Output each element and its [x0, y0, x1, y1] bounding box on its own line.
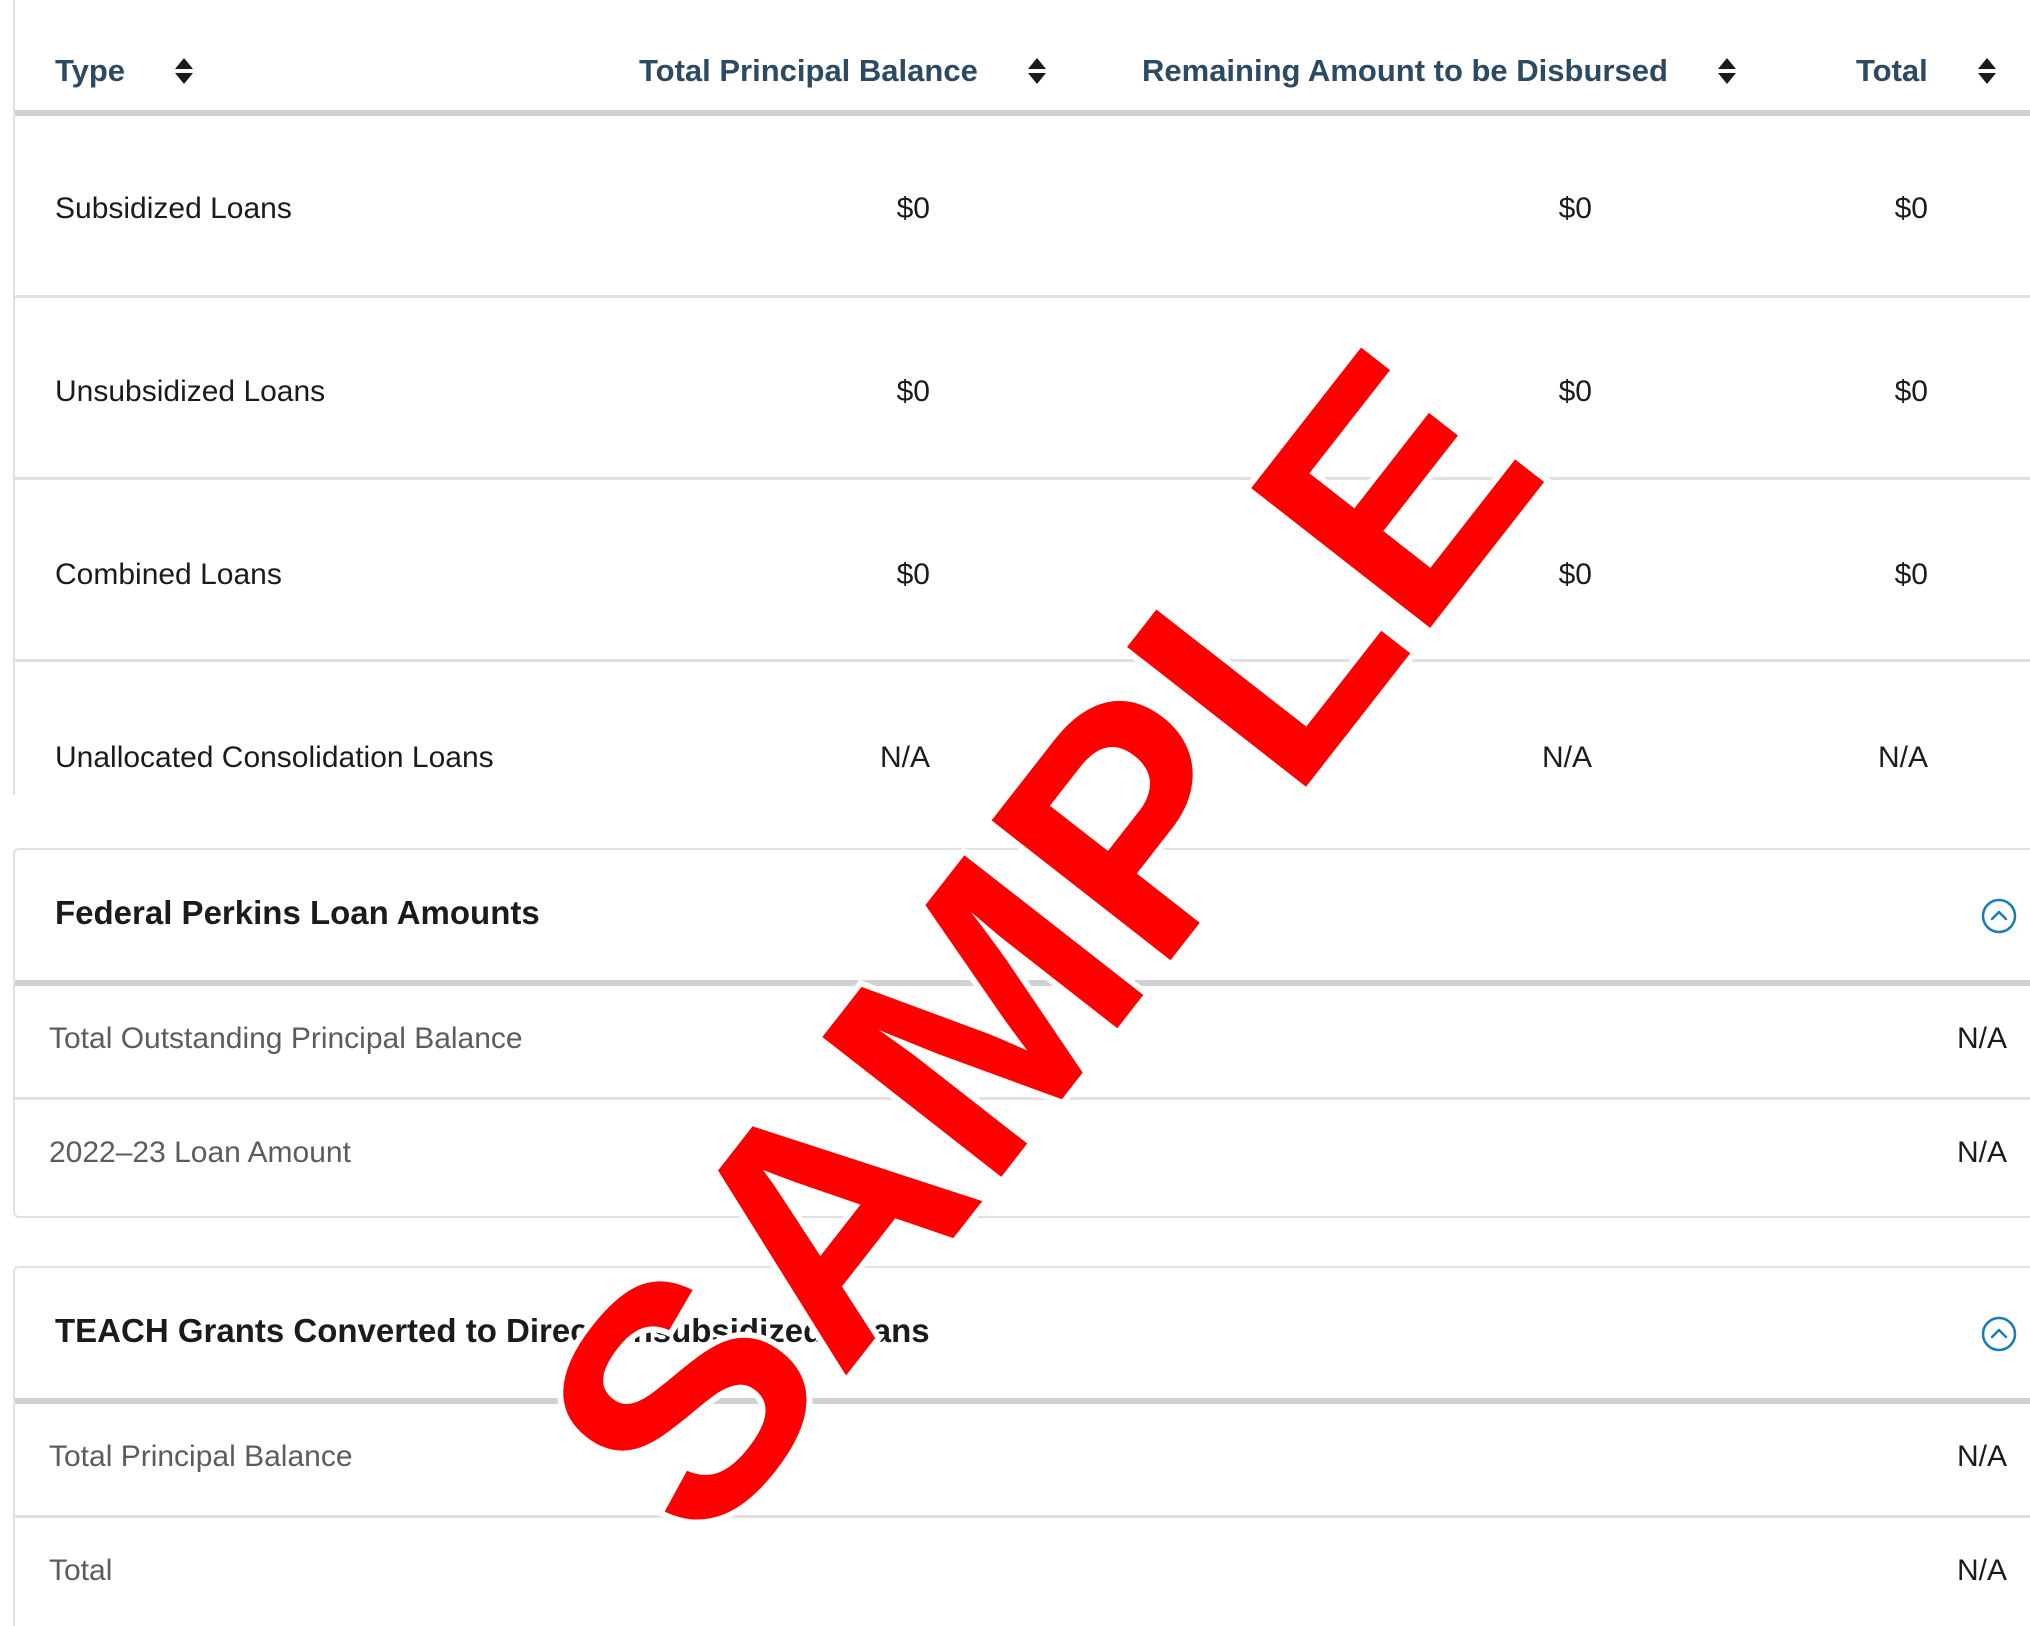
remaining-cell: N/A: [1541, 741, 1592, 774]
sort-icon[interactable]: [1026, 56, 1048, 86]
total-cell: $0: [1894, 375, 1928, 408]
row-value: N/A: [1956, 1554, 2007, 1587]
type-cell: Unallocated Consolidation Loans: [55, 741, 494, 774]
principal-cell: $0: [896, 375, 930, 408]
table-row: Unsubsidized Loans $0 $0 $0: [15, 298, 2030, 480]
row-label: Total Outstanding Principal Balance: [49, 1022, 523, 1055]
row-label: 2022–23 Loan Amount: [49, 1136, 351, 1169]
column-header-remaining[interactable]: Remaining Amount to be Disbursed: [1142, 49, 1738, 93]
row-value: N/A: [1956, 1022, 2007, 1055]
type-cell: Combined Loans: [55, 558, 282, 591]
column-header-principal[interactable]: Total Principal Balance: [639, 49, 1048, 93]
list-item: Total N/A: [15, 1518, 2030, 1626]
total-cell: $0: [1894, 558, 1928, 591]
list-item: 2022–23 Loan Amount N/A: [15, 1100, 2030, 1214]
accordion-title: TEACH Grants Converted to Direct Unsubsi…: [55, 1312, 930, 1349]
list-item: Total Principal Balance N/A: [15, 1404, 2030, 1518]
principal-cell: $0: [896, 558, 930, 591]
table-row: Unallocated Consolidation Loans N/A N/A …: [15, 662, 2030, 795]
row-label: Total: [49, 1554, 113, 1587]
chevron-up-circle-icon[interactable]: [1981, 1316, 2017, 1352]
sort-icon[interactable]: [1716, 56, 1738, 86]
perkins-accordion: Federal Perkins Loan Amounts Total Outst…: [13, 848, 2030, 1218]
remaining-cell: $0: [1558, 558, 1592, 591]
type-cell: Unsubsidized Loans: [55, 375, 326, 408]
accordion-header[interactable]: TEACH Grants Converted to Direct Unsubsi…: [15, 1268, 2030, 1404]
sort-icon[interactable]: [173, 56, 195, 86]
page: Type Total Principal Balance Remaining A…: [0, 0, 2030, 1626]
total-cell: N/A: [1877, 741, 1928, 774]
column-header-total[interactable]: Total: [1856, 49, 1998, 93]
sort-icon[interactable]: [1976, 56, 1998, 86]
row-value: N/A: [1956, 1440, 2007, 1473]
column-header-label: Type: [55, 53, 126, 88]
type-cell: Subsidized Loans: [55, 192, 292, 225]
accordion-title: Federal Perkins Loan Amounts: [55, 894, 540, 931]
accordion-header[interactable]: Federal Perkins Loan Amounts: [15, 850, 2030, 986]
column-header-label: Remaining Amount to be Disbursed: [1142, 53, 1668, 88]
chevron-up-circle-icon[interactable]: [1981, 898, 2017, 934]
principal-cell: $0: [896, 192, 930, 225]
loans-table: Type Total Principal Balance Remaining A…: [13, 0, 2030, 795]
row-label: Total Principal Balance: [49, 1440, 353, 1473]
table-header: Type Total Principal Balance Remaining A…: [15, 0, 2030, 116]
table-row: Subsidized Loans $0 $0 $0: [15, 116, 2030, 298]
principal-cell: N/A: [879, 741, 930, 774]
teach-accordion: TEACH Grants Converted to Direct Unsubsi…: [13, 1266, 2030, 1626]
column-header-type[interactable]: Type: [55, 49, 195, 93]
remaining-cell: $0: [1558, 375, 1592, 408]
table-row: Combined Loans $0 $0 $0: [15, 480, 2030, 662]
remaining-cell: $0: [1558, 192, 1592, 225]
row-value: N/A: [1956, 1136, 2007, 1169]
total-cell: $0: [1894, 192, 1928, 225]
list-item: Total Outstanding Principal Balance N/A: [15, 986, 2030, 1100]
column-header-label: Total Principal Balance: [639, 53, 978, 88]
column-header-label: Total: [1856, 53, 1928, 88]
